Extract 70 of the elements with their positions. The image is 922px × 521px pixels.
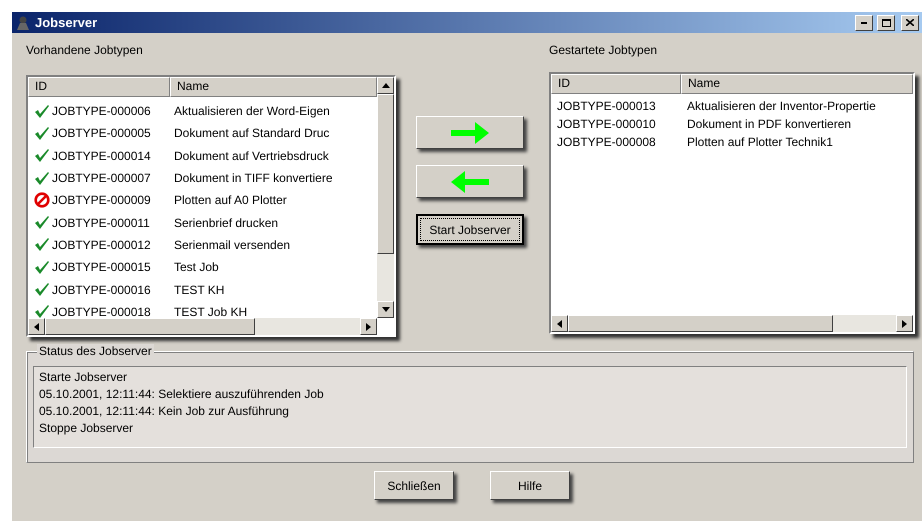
list-label: Gestartete Jobtypen <box>549 43 658 59</box>
right-arrow-icon <box>902 320 907 328</box>
close-button[interactable] <box>901 14 919 30</box>
table-cell-text: Serienbrief drucken <box>174 216 280 230</box>
scroll-left-button[interactable] <box>28 318 45 335</box>
table-cell: JOBTYPE-000012 <box>28 237 174 252</box>
log-line: Starte Jobserver <box>39 369 128 386</box>
right-arrow-icon <box>451 122 489 144</box>
scrollbar-thumb[interactable] <box>45 318 255 335</box>
table-cell: JOBTYPE-000006 <box>28 104 174 119</box>
table-cell: JOBTYPE-000018 <box>28 304 174 318</box>
table-cell-text: Dokument in PDF konvertieren <box>687 117 852 131</box>
maximize-button[interactable] <box>877 14 895 30</box>
table-cell: JOBTYPE-000009 <box>28 192 174 208</box>
maximize-icon <box>882 18 890 26</box>
down-arrow-icon <box>382 307 390 312</box>
up-arrow-icon <box>382 83 390 88</box>
left-arrow-icon <box>557 320 562 328</box>
table-cell: JOBTYPE-000015 <box>28 260 174 275</box>
group-title: Status des Jobserver <box>37 344 154 358</box>
log-line: 05.10.2001, 12:11:44: Kein Job zur Ausführung <box>39 403 290 420</box>
column-header[interactable]: ID <box>28 77 170 97</box>
table-cell: JOBTYPE-000014 <box>28 148 174 164</box>
log-line: 05.10.2001, 12:11:44: Selektiere auszuführenden Job <box>39 386 325 403</box>
start-button[interactable]: Start Jobserver <box>416 214 524 245</box>
table-cell: JOBTYPE-000016 <box>28 282 174 298</box>
left-arrow-icon <box>451 170 489 192</box>
vertical-scrollbar[interactable] <box>377 77 394 318</box>
scroll-left-button[interactable] <box>551 315 568 332</box>
add-button[interactable] <box>416 116 524 149</box>
table-cell: JOBTYPE-000005 <box>28 126 174 141</box>
table-cell-text: Dokument auf Vertriebsdruck <box>174 148 330 163</box>
table-cell-text: Serienmail versenden <box>174 238 292 252</box>
remove-button[interactable] <box>416 165 524 198</box>
scroll-right-button[interactable] <box>360 318 377 335</box>
scroll-right-button[interactable] <box>896 315 913 332</box>
left-arrow-icon <box>34 322 39 330</box>
log-line: Stoppe Jobserver <box>39 420 134 437</box>
table-cell-text: Plotten auf Plotter Technik1 <box>687 135 834 149</box>
right-arrow-icon <box>366 322 371 330</box>
table-cell-text: JOBTYPE-000008 <box>556 135 657 149</box>
minimize-button[interactable] <box>855 14 873 30</box>
scroll-down-button[interactable] <box>377 301 394 318</box>
dialog-button[interactable]: Schließen <box>374 471 454 500</box>
table-cell: JOBTYPE-000007 <box>28 170 174 186</box>
scrollbar-thumb[interactable] <box>568 315 833 332</box>
table-cell-text: TEST Job KH <box>174 304 248 318</box>
list-label: Vorhandene Jobtypen <box>26 43 144 59</box>
window-title: Jobserver <box>35 15 98 30</box>
table-cell-text: Test Job <box>174 260 220 274</box>
minimize-icon <box>861 22 867 24</box>
table-cell-text: Aktualisieren der Inventor-Propertie <box>687 99 877 113</box>
table-cell-text: Dokument in TIFF konvertiere <box>174 171 334 186</box>
table-cell-text: Plotten auf A0 Plotter <box>174 193 288 208</box>
close-icon <box>906 19 914 26</box>
table-cell-text: JOBTYPE-000013 <box>556 99 657 113</box>
table-cell-text: TEST KH <box>174 282 226 297</box>
table-cell-text: JOBTYPE-000010 <box>556 117 657 131</box>
scrollbar-thumb[interactable] <box>377 94 394 254</box>
dialog-button[interactable]: Hilfe <box>490 471 570 500</box>
scroll-up-button[interactable] <box>377 77 394 94</box>
table-cell-text: Aktualisieren der Word-Eigen <box>174 104 331 118</box>
horizontal-scrollbar[interactable] <box>551 315 913 332</box>
app-icon <box>15 14 31 30</box>
table-cell: JOBTYPE-000011 <box>28 215 174 230</box>
column-header[interactable]: Name <box>681 74 913 94</box>
horizontal-scrollbar[interactable] <box>28 318 377 335</box>
column-header[interactable]: Name <box>170 77 377 97</box>
column-header[interactable]: ID <box>551 74 681 94</box>
table-cell-text: Dokument auf Standard Druc <box>174 126 330 140</box>
